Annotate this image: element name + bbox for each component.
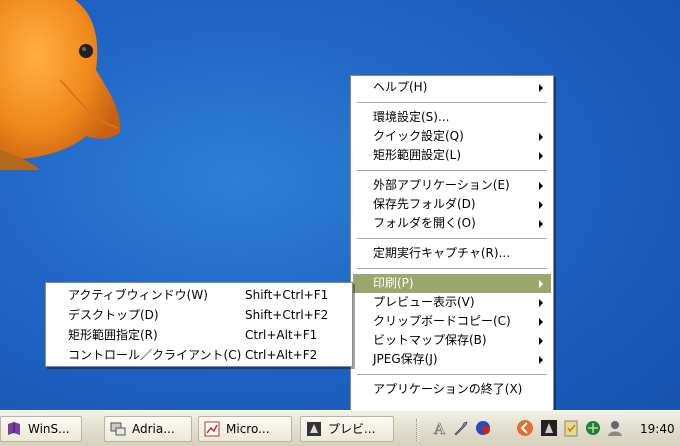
taskbar: WinS... Adria... Micro... プレビ... A 19:40 (0, 410, 680, 446)
taskbar-button-label: Adria... (132, 422, 175, 436)
menu-item-label: フォルダを開く(O) (373, 216, 476, 230)
menu-item-label: 定期実行キャプチャ(R)... (373, 246, 511, 260)
submenu-arrow-icon (539, 318, 543, 326)
menu-separator (357, 238, 547, 239)
menu-item-label: ヘルプ(H) (373, 80, 428, 94)
menu-item[interactable]: ビットマップ保存(B) (353, 331, 551, 350)
capture-icon (307, 422, 321, 436)
print-submenu: アクティブウィンドウ(W) Shift+Ctrl+F1 デスクトップ(D) Shift… (45, 282, 353, 367)
taskbar-button-adria[interactable]: Adria... (104, 416, 192, 442)
menu-item[interactable]: 保存先フォルダ(D) (353, 195, 551, 214)
globe-icon[interactable] (474, 419, 492, 437)
menu-item-label: 印刷(P) (373, 276, 414, 290)
svg-text:A: A (433, 420, 445, 437)
shortcut-label: Shift+Ctrl+F1 (245, 288, 329, 302)
submenu-arrow-icon (539, 220, 543, 228)
menu-item[interactable]: 定期実行キャプチャ(R)... (353, 244, 551, 263)
tools-icon[interactable] (452, 419, 470, 437)
taskbar-button-label: プレビ... (328, 422, 376, 436)
submenu-arrow-icon (539, 84, 543, 92)
print-submenu-item[interactable]: コントロール／クライアント(C) Ctrl+Alt+F2 (48, 345, 350, 365)
menu-item[interactable]: クリップボードコピー(C) (353, 312, 551, 331)
user-icon[interactable] (606, 419, 624, 437)
menu-item-label: 保存先フォルダ(D) (373, 197, 476, 211)
menu-item[interactable]: プレビュー表示(V) (353, 293, 551, 312)
print-submenu-label: コントロール／クライアント(C) (68, 348, 242, 362)
taskbar-button-wins[interactable]: WinS... (0, 416, 82, 442)
submenu-arrow-icon (539, 133, 543, 141)
tray-divider (416, 419, 419, 441)
submenu-arrow-icon (539, 356, 543, 364)
menu-item[interactable]: 矩形範囲設定(L) (353, 146, 551, 165)
menu-item-label: 矩形範囲設定(L) (373, 148, 462, 162)
menu-item-label: 環境設定(S)... (373, 110, 450, 124)
submenu-arrow-icon (539, 337, 543, 345)
shortcut-label: Shift+Ctrl+F2 (245, 308, 329, 322)
menu-item-label: クリップボードコピー(C) (373, 314, 511, 328)
print-submenu-item[interactable]: デスクトップ(D) Shift+Ctrl+F2 (48, 305, 350, 325)
menu-item[interactable]: ヘルプ(H) (353, 78, 551, 97)
print-submenu-label: アクティブウィンドウ(W) (68, 288, 208, 302)
taskbar-button-preview[interactable]: プレビ... (300, 416, 394, 442)
network-status-icon[interactable] (584, 419, 602, 437)
shortcut-label: Ctrl+Alt+F1 (245, 328, 318, 342)
menu-item-label: アプリケーションの終了(X) (373, 382, 523, 396)
menu-item-label: JPEG保存(J) (373, 352, 438, 366)
print-submenu-label: デスクトップ(D) (68, 308, 159, 322)
fish-wallpaper-image (0, 0, 121, 170)
chart-icon (204, 421, 220, 437)
shortcut-label: Ctrl+Alt+F2 (245, 348, 318, 362)
print-submenu-item[interactable]: アクティブウィンドウ(W) Shift+Ctrl+F1 (48, 285, 350, 305)
menu-item[interactable]: JPEG保存(J) (353, 350, 551, 369)
submenu-arrow-icon (539, 299, 543, 307)
back-arrow-icon[interactable] (516, 419, 534, 437)
network-icon (110, 422, 126, 436)
menu-item[interactable]: 外部アプリケーション(E) (353, 176, 551, 195)
clipboard-icon[interactable] (562, 419, 580, 437)
ime-a-icon[interactable]: A (430, 419, 448, 437)
submenu-arrow-icon (539, 182, 543, 190)
menu-item[interactable]: クイック設定(Q) (353, 127, 551, 146)
menu-item-label: クイック設定(Q) (373, 129, 464, 143)
taskbar-button-micro[interactable]: Micro... (198, 416, 292, 442)
menu-separator (357, 374, 547, 375)
menu-item-label: 外部アプリケーション(E) (373, 178, 510, 192)
submenu-arrow-icon (539, 152, 543, 160)
menu-item[interactable]: 環境設定(S)... (353, 108, 551, 127)
context-menu: ヘルプ(H) 環境設定(S)... クイック設定(Q) 矩形範囲設定(L) 外部アプリケ… (350, 75, 554, 417)
menu-separator (357, 102, 547, 103)
menu-item-label: ビットマップ保存(B) (373, 333, 487, 347)
menu-separator (357, 268, 547, 269)
menu-item[interactable]: フォルダを開く(O) (353, 214, 551, 233)
tray-clock: 19:40 (640, 422, 675, 436)
print-submenu-item[interactable]: 矩形範囲指定(R) Ctrl+Alt+F1 (48, 325, 350, 345)
menu-item-label: プレビュー表示(V) (373, 295, 475, 309)
print-submenu-label: 矩形範囲指定(R) (68, 328, 158, 342)
menu-separator (357, 170, 547, 171)
submenu-arrow-icon (539, 280, 543, 288)
book-icon (8, 422, 20, 435)
submenu-arrow-icon (539, 201, 543, 209)
capture-tray-icon[interactable] (540, 419, 558, 437)
menu-item[interactable]: アプリケーションの終了(X) (353, 380, 551, 399)
taskbar-button-label: WinS... (28, 422, 70, 436)
menu-item[interactable]: 印刷(P) (353, 274, 551, 293)
taskbar-button-label: Micro... (226, 422, 270, 436)
